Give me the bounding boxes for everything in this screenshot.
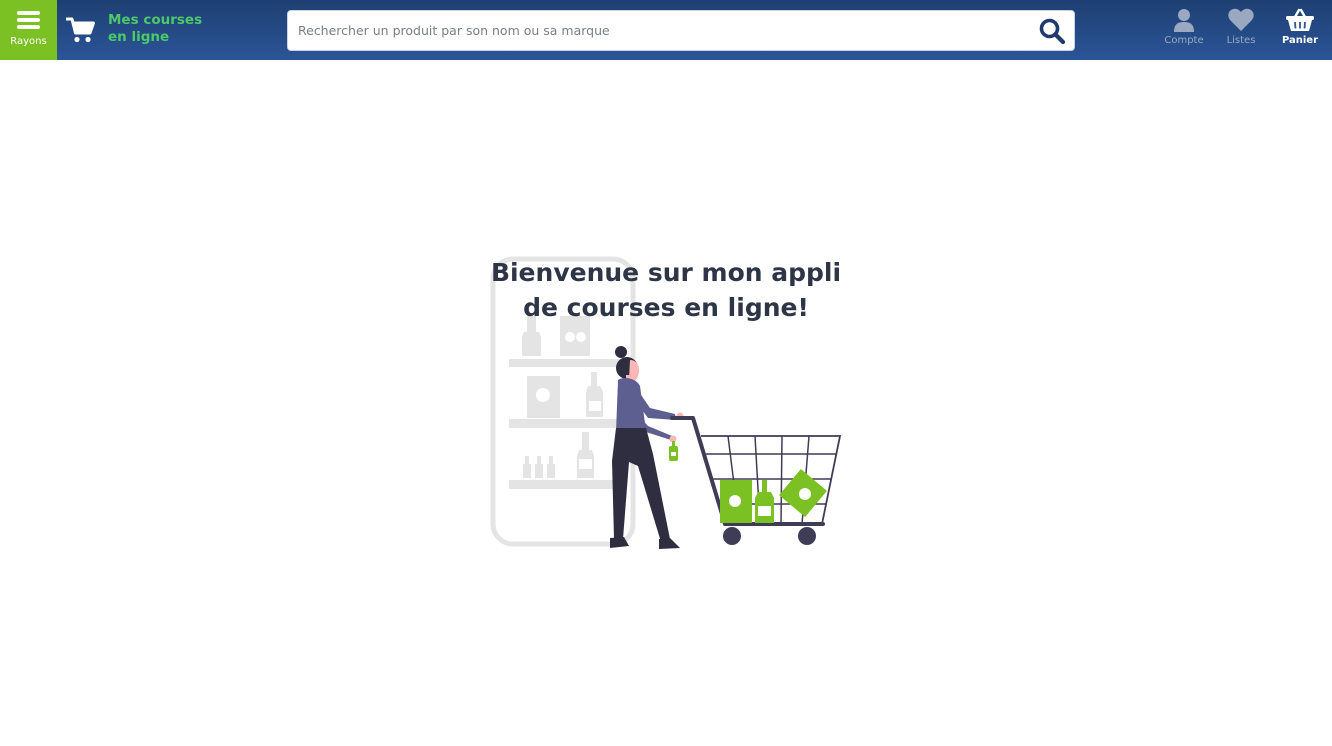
lists-label: Listes: [1226, 35, 1256, 46]
user-icon: [1174, 9, 1194, 32]
search-input[interactable]: [288, 11, 1028, 50]
brand-name-line1: Mes courses: [108, 12, 203, 28]
lists-nav-item[interactable]: Listes: [1216, 8, 1266, 52]
brand-name: Mes courses en ligne: [108, 12, 238, 46]
cart-label: Panier: [1281, 35, 1319, 46]
shopper-figure: [610, 346, 684, 549]
welcome-line-1: Bienvenue sur mon appli: [490, 258, 842, 287]
search-bar: [287, 10, 1075, 51]
cart-nav-item[interactable]: Panier: [1274, 8, 1326, 52]
welcome-message: Bienvenue sur mon appli de courses en li…: [466, 255, 866, 325]
basket-icon: [1286, 8, 1314, 31]
top-bar: Rayons Mes courses en ligne Compte: [0, 0, 1332, 60]
account-label: Compte: [1164, 35, 1204, 46]
shopping-cart-icon: [66, 17, 95, 43]
brand-name-line2: en ligne: [108, 29, 170, 45]
rayons-menu-button[interactable]: Rayons: [0, 0, 57, 60]
heart-icon: [1228, 8, 1254, 31]
welcome-line-2: de courses en ligne!: [523, 293, 809, 322]
account-nav-item[interactable]: Compte: [1158, 8, 1210, 52]
hamburger-icon: [17, 11, 40, 30]
rayons-label: Rayons: [10, 36, 47, 47]
search-icon[interactable]: [1038, 17, 1066, 45]
shopping-cart-graphic: [670, 416, 842, 545]
